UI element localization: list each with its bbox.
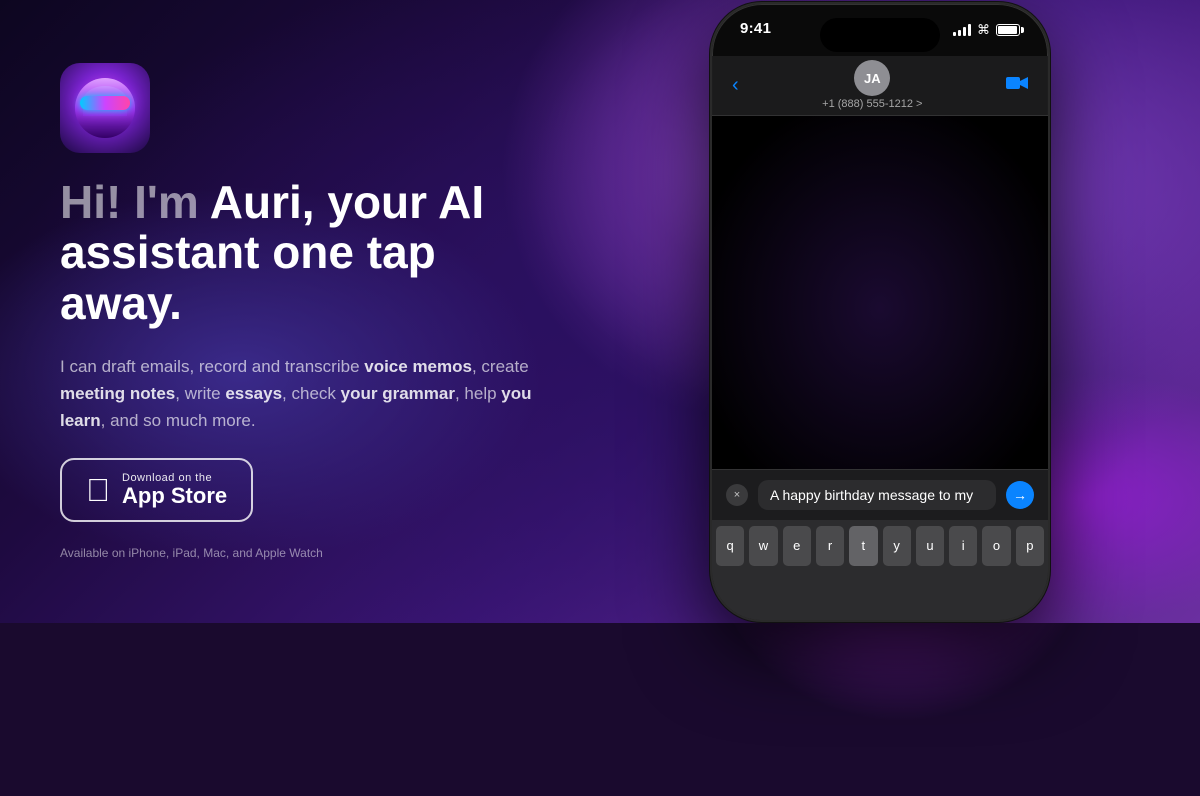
status-time: 9:41	[740, 20, 771, 37]
app-store-button[interactable]:  Download on the App Store	[60, 458, 253, 522]
send-icon: →	[1013, 487, 1027, 503]
app-icon-inner	[60, 63, 150, 153]
battery-fill	[998, 26, 1017, 34]
key-e[interactable]: e	[783, 526, 811, 566]
key-r[interactable]: r	[816, 526, 844, 566]
contact-phone: +1 (888) 555-1212 >	[822, 98, 922, 110]
signal-bar-1	[953, 32, 956, 36]
signal-bars-icon	[953, 24, 971, 36]
contact-avatar: JA	[854, 60, 890, 96]
suggestion-close-button[interactable]: ×	[726, 484, 748, 506]
key-o[interactable]: o	[982, 526, 1010, 566]
key-w[interactable]: w	[749, 526, 777, 566]
key-u[interactable]: u	[916, 526, 944, 566]
app-store-large-label: App Store	[122, 484, 227, 508]
ai-suggestion-bar: × A happy birthday message to my →	[712, 469, 1048, 520]
key-i[interactable]: i	[949, 526, 977, 566]
apple-icon: 	[86, 474, 110, 506]
back-button[interactable]: ‹	[732, 74, 739, 97]
dynamic-island	[820, 18, 940, 52]
status-icons: ⌘	[953, 22, 1020, 38]
right-panel: 9:41 ⌘ ‹ JA	[600, 2, 1200, 622]
key-q[interactable]: q	[716, 526, 744, 566]
signal-bar-4	[968, 24, 971, 36]
subtext: I can draft emails, record and transcrib…	[60, 353, 540, 435]
keyboard-row-1: q w e r t y u i o p	[716, 526, 1044, 566]
wifi-icon: ⌘	[977, 22, 990, 38]
contact-info: JA +1 (888) 555-1212 >	[822, 60, 922, 110]
app-store-text-block: Download on the App Store	[122, 472, 227, 508]
messages-header: ‹ JA +1 (888) 555-1212 >	[712, 56, 1048, 116]
send-suggestion-button[interactable]: →	[1006, 481, 1034, 509]
page-content: Hi! I'm Auri, your AI assistant one tap …	[0, 0, 1200, 623]
signal-bar-3	[963, 27, 966, 36]
headline-text-dim: Hi! I'm	[60, 176, 210, 228]
messages-body	[712, 116, 1048, 500]
ai-visor	[80, 96, 130, 110]
video-call-icon[interactable]	[1006, 75, 1028, 96]
key-t[interactable]: t	[849, 526, 877, 566]
close-icon: ×	[734, 489, 740, 501]
headline-accent: Auri, your AI	[210, 176, 484, 228]
battery-icon	[996, 24, 1020, 36]
app-icon	[60, 63, 150, 153]
key-y[interactable]: y	[883, 526, 911, 566]
ai-suggestion-text[interactable]: A happy birthday message to my	[758, 480, 996, 510]
left-panel: Hi! I'm Auri, your AI assistant one tap …	[0, 13, 600, 611]
signal-bar-2	[958, 30, 961, 36]
phone-mockup: 9:41 ⌘ ‹ JA	[710, 2, 1050, 622]
keyboard: q w e r t y u i o p	[712, 520, 1048, 620]
key-p[interactable]: p	[1016, 526, 1044, 566]
available-text: Available on iPhone, iPad, Mac, and Appl…	[60, 546, 540, 560]
headline-part2: assistant one tap away.	[60, 226, 436, 329]
ai-face-graphic	[75, 78, 135, 138]
headline: Hi! I'm Auri, your AI assistant one tap …	[60, 177, 540, 329]
